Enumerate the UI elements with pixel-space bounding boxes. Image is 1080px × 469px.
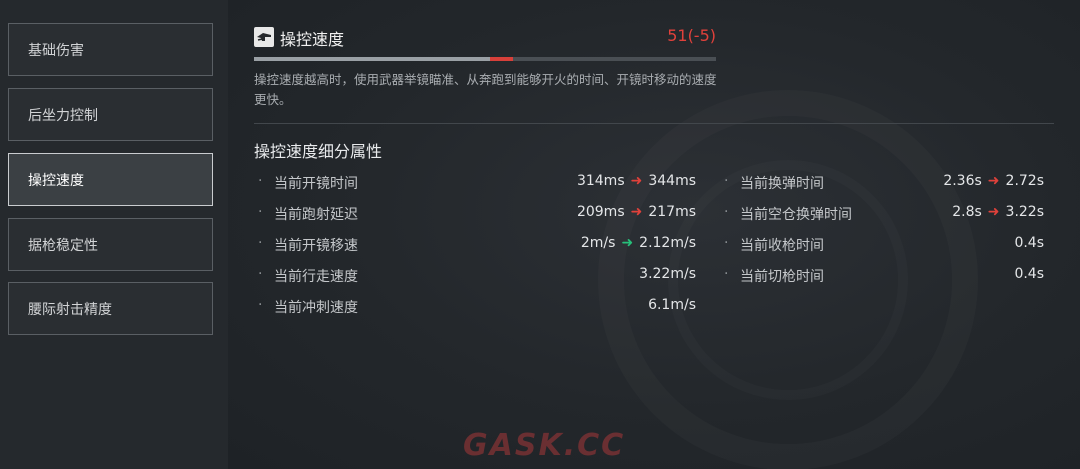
stat-row-values: 6.1m/s (648, 297, 696, 313)
stat-header: 操控速度 51(-5) (254, 26, 716, 50)
bullet-icon: · (258, 204, 263, 220)
stat-row-from: 2.8s (952, 204, 982, 220)
stat-row-label: 当前冲刺速度 (274, 300, 358, 316)
bullet-icon: · (724, 266, 729, 282)
bullet-icon: · (724, 204, 729, 220)
stat-row: · 当前空仓换弹时间 2.8s ➜ 3.22s (724, 204, 1044, 224)
arrow-right-icon: ➜ (630, 173, 643, 189)
weapon-handling-icon (254, 27, 274, 47)
nav-item-label: 操控速度 (28, 172, 84, 189)
bullet-icon: · (258, 173, 263, 189)
stat-value: 51(-5) (667, 26, 716, 45)
stat-row-label: 当前开镜移速 (274, 238, 358, 254)
bullet-icon: · (258, 266, 263, 282)
stat-row-from: 2m/s (580, 235, 616, 251)
stat-row-values: 0.4s (1014, 266, 1044, 282)
bullet-icon: · (258, 235, 263, 251)
stat-row: · 当前跑射延迟 209ms ➜ 217ms (258, 204, 696, 224)
nav-item-label: 腰际射击精度 (28, 301, 112, 318)
nav-item-recoil-control[interactable]: 后坐力控制 (8, 88, 213, 141)
stat-row-values: 2.8s ➜ 3.22s (952, 204, 1044, 220)
stat-row-label: 当前收枪时间 (740, 238, 824, 254)
stat-row: · 当前行走速度 3.22m/s (258, 266, 696, 286)
stat-row-values: 0.4s (1014, 235, 1044, 251)
stat-row-values: 314ms ➜ 344ms (577, 173, 696, 189)
nav-item-aim-stability[interactable]: 据枪稳定性 (8, 218, 213, 271)
stat-row-to: 3.22s (1005, 204, 1044, 220)
arrow-right-icon: ➜ (987, 204, 1000, 220)
stat-row-to: 2.72s (1005, 173, 1044, 189)
stat-row: · 当前开镜时间 314ms ➜ 344ms (258, 173, 696, 193)
stat-row-label: 当前换弹时间 (740, 176, 824, 192)
stat-row-from: 2.36s (943, 173, 982, 189)
stat-description: 操控速度越高时，使用武器举镜瞄准、从奔跑到能够开火的时间、开镜时移动的速度更快。 (254, 72, 717, 107)
divider (254, 123, 1054, 124)
details-title: 操控速度细分属性 (254, 142, 383, 161)
arrow-right-icon: ➜ (987, 173, 1000, 189)
weapon-stats-screen: 基础伤害 后坐力控制 操控速度 据枪稳定性 腰际射击精度 操控速度 51(-5) (0, 0, 1080, 469)
stat-row: · 当前冲刺速度 6.1m/s (258, 297, 696, 317)
stat-row-to: 0.4s (1014, 266, 1044, 282)
arrow-right-icon: ➜ (621, 235, 634, 251)
stat-row-to: 3.22m/s (639, 266, 696, 282)
bullet-icon: · (724, 173, 729, 189)
stat-row-label: 当前行走速度 (274, 269, 358, 285)
stat-row-label: 当前跑射延迟 (274, 207, 358, 223)
bullet-icon: · (258, 297, 263, 313)
nav-item-label: 后坐力控制 (28, 107, 98, 124)
stat-detail-panel: 操控速度 51(-5) 操控速度越高时，使用武器举镜瞄准、从奔跑到能够开火的时间… (228, 0, 1080, 469)
stat-row-to: 344ms (648, 173, 696, 189)
bullet-icon: · (724, 235, 729, 251)
stat-bar-loss (489, 57, 513, 61)
stat-row: · 当前收枪时间 0.4s (724, 235, 1044, 255)
stat-bar-fill (254, 57, 490, 61)
arrow-right-icon: ➜ (630, 204, 643, 220)
stat-row-label: 当前切枪时间 (740, 269, 824, 285)
stat-row-to: 2.12m/s (639, 235, 696, 251)
stat-row-values: 209ms ➜ 217ms (577, 204, 696, 220)
nav-item-handling-speed[interactable]: 操控速度 (8, 153, 213, 206)
stat-bar (254, 57, 716, 61)
stat-row-label: 当前空仓换弹时间 (740, 207, 852, 223)
stat-row-values: 2m/s ➜ 2.12m/s (581, 235, 696, 251)
nav-item-hipfire-accuracy[interactable]: 腰际射击精度 (8, 282, 213, 335)
stat-row-values: 2.36s ➜ 2.72s (943, 173, 1044, 189)
stat-category-sidebar: 基础伤害 后坐力控制 操控速度 据枪稳定性 腰际射击精度 (0, 0, 228, 469)
stat-title: 操控速度 (280, 30, 345, 49)
nav-item-base-damage[interactable]: 基础伤害 (8, 23, 213, 76)
stat-row: · 当前换弹时间 2.36s ➜ 2.72s (724, 173, 1044, 193)
stat-row: · 当前开镜移速 2m/s ➜ 2.12m/s (258, 235, 696, 255)
nav-item-label: 据枪稳定性 (28, 237, 98, 254)
stat-row-to: 0.4s (1014, 235, 1044, 251)
stat-row-from: 209ms (576, 204, 625, 220)
stat-row-to: 6.1m/s (648, 297, 696, 313)
stat-row-to: 217ms (648, 204, 696, 220)
stat-row-values: 3.22m/s (639, 266, 696, 282)
stat-row-from: 314ms (576, 173, 625, 189)
stat-row: · 当前切枪时间 0.4s (724, 266, 1044, 286)
nav-item-label: 基础伤害 (28, 42, 84, 59)
stat-row-label: 当前开镜时间 (274, 176, 358, 192)
watermark: GASK.CC (463, 428, 626, 463)
